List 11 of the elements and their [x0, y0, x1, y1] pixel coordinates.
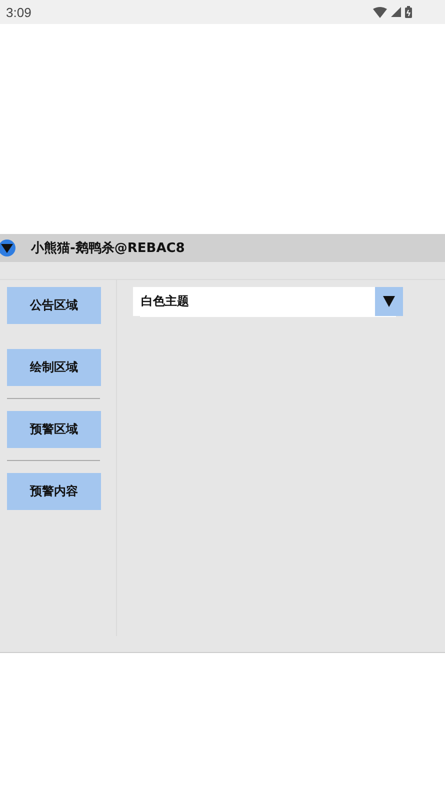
collapse-icon[interactable] — [0, 239, 16, 257]
menu-button[interactable]: 绘制区域 — [7, 349, 101, 386]
wifi-icon — [373, 6, 387, 18]
menu-button[interactable]: 预警区域 — [7, 411, 101, 448]
panel-title: 小熊猫-鹅鸭杀@REBAC8 — [31, 240, 185, 257]
battery-icon — [405, 6, 412, 18]
theme-dropdown[interactable]: 白色主题 — [133, 287, 403, 316]
signal-icon — [391, 7, 401, 17]
menu-button[interactable]: 公告区域 — [7, 287, 101, 324]
menu-button[interactable]: 预警内容 — [7, 473, 101, 510]
clock: 3:09 — [6, 4, 32, 20]
